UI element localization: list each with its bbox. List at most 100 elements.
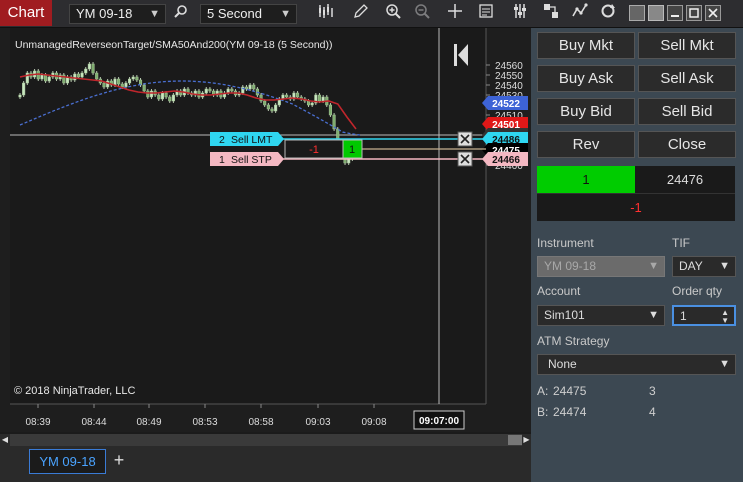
position-pnl: -1 <box>537 193 735 221</box>
time-tick-label: 09:03 <box>305 417 330 428</box>
crosshair-icon[interactable] <box>444 3 466 25</box>
chevron-down-icon: ▼ <box>280 8 291 20</box>
atm-strategy-value: None <box>548 357 577 371</box>
minimize-icon[interactable] <box>667 5 683 21</box>
chevron-down-icon: ▼ <box>149 8 160 20</box>
bid-size: 4 <box>649 405 656 419</box>
buy-mkt-button[interactable]: Buy Mkt <box>537 32 635 59</box>
tif-label: TIF <box>672 236 690 250</box>
sell-bid-button[interactable]: Sell Bid <box>638 98 736 125</box>
bar-type-icon[interactable] <box>314 3 336 25</box>
candle-body <box>91 63 95 74</box>
candle-body <box>263 100 267 106</box>
time-tick-label: 08:39 <box>25 417 50 428</box>
zoom-in-icon[interactable] <box>382 3 404 25</box>
reverse-button[interactable]: Rev <box>537 131 635 158</box>
candle-body <box>124 82 128 88</box>
order-qty-label: Order qty <box>672 284 723 298</box>
jump-to-end-bar-icon <box>454 44 457 66</box>
instrument-field[interactable]: YM 09-18 ▼ <box>537 256 665 277</box>
chart-window: Chart YM 09-18 ▼ 5 Second ▼ 24560 24550 … <box>0 0 743 482</box>
interval-selector[interactable]: 5 Second ▼ <box>200 4 297 24</box>
candle-body <box>270 108 274 112</box>
candle-body <box>146 90 150 98</box>
candle-body <box>113 78 117 86</box>
limit-order-qty: 2 <box>219 134 225 146</box>
chevron-down-icon: ▼ <box>719 260 730 272</box>
scrollbar-thumb[interactable] <box>508 435 522 445</box>
instrument-selector[interactable]: YM 09-18 ▼ <box>69 4 166 24</box>
candle-body <box>168 96 172 102</box>
chart-tab-bar: YM 09-18 + <box>0 446 531 482</box>
buy-bid-button[interactable]: Buy Bid <box>537 98 635 125</box>
candle-body <box>47 76 51 82</box>
instrument-selector-value: YM 09-18 <box>76 6 133 21</box>
bid-price: 24474 <box>553 405 587 419</box>
candle-body <box>120 83 124 88</box>
price-chart[interactable]: 2456024550245402453024520245102450024490… <box>0 28 531 432</box>
candle-body <box>164 92 168 98</box>
pin-icon[interactable] <box>648 5 664 21</box>
copyright-text: © 2018 NinjaTrader, LLC <box>14 385 136 397</box>
scroll-right-icon[interactable]: ▶ <box>522 434 531 446</box>
crosshair-time-label: 09:07:00 <box>419 416 459 427</box>
chart-title: UnmanagedReverseonTarget/SMA50And200(YM … <box>15 39 333 51</box>
tif-select-value: DAY <box>679 259 703 273</box>
maximize-icon[interactable] <box>686 5 702 21</box>
candle-body <box>296 92 300 98</box>
data-box-icon[interactable] <box>475 3 497 25</box>
buy-ask-button[interactable]: Buy Ask <box>537 65 635 92</box>
chart-toolbar: Chart YM 09-18 ▼ 5 Second ▼ <box>0 0 743 28</box>
sma-blue-price-label: 24522 <box>492 99 520 110</box>
order-qty-value: 1 <box>680 309 687 323</box>
tab-ym-09-18[interactable]: YM 09-18 <box>29 449 106 474</box>
candle-body <box>44 74 48 82</box>
close-position-button[interactable]: Close <box>638 131 736 158</box>
order-qty-input[interactable]: 1 ▲ ▼ <box>672 305 736 326</box>
account-select[interactable]: Sim101 ▼ <box>537 305 665 326</box>
instrument-label: Instrument <box>537 236 594 250</box>
tile-icon[interactable] <box>629 5 645 21</box>
candle-body <box>310 102 314 106</box>
position-pnl-label: -1 <box>309 144 319 156</box>
candle-body <box>306 100 311 106</box>
tif-select[interactable]: DAY ▼ <box>672 256 736 277</box>
candle-body <box>95 72 99 80</box>
sell-mkt-button[interactable]: Sell Mkt <box>638 32 736 59</box>
add-tab-button[interactable]: + <box>109 449 129 474</box>
candle-body <box>80 72 84 78</box>
close-icon[interactable] <box>705 5 721 21</box>
atm-strategy-select[interactable]: None ▼ <box>537 354 736 375</box>
scroll-left-icon[interactable]: ◀ <box>0 434 10 446</box>
time-tick-label: 08:44 <box>81 417 106 428</box>
candle-body <box>230 88 234 92</box>
indicators-icon[interactable] <box>569 3 591 25</box>
time-tick-label: 08:49 <box>136 417 161 428</box>
chart-title-tab[interactable]: Chart <box>0 0 52 26</box>
candle-body <box>40 74 44 80</box>
refresh-icon[interactable] <box>597 3 619 25</box>
candle-body <box>87 63 91 70</box>
properties-icon[interactable] <box>509 3 531 25</box>
chart-trader-panel: Buy Mkt Sell Mkt Buy Ask Sell Ask Buy Bi… <box>531 28 743 482</box>
candle-body <box>36 70 40 80</box>
strategies-icon[interactable] <box>540 3 562 25</box>
candle-body <box>73 73 77 81</box>
time-tick-label: 08:53 <box>192 417 217 428</box>
candle-body <box>131 76 135 80</box>
account-label: Account <box>537 284 581 298</box>
ask-price: 24475 <box>553 384 587 398</box>
qty-stepper-icon[interactable]: ▲ ▼ <box>721 309 729 325</box>
sell-ask-button[interactable]: Sell Ask <box>638 65 736 92</box>
search-icon[interactable] <box>170 3 192 25</box>
chart-panel[interactable]: 2456024550245402453024520245102450024490… <box>0 28 531 432</box>
pencil-icon[interactable] <box>350 3 372 25</box>
time-tick-label: 08:58 <box>248 417 273 428</box>
chevron-down-icon: ▼ <box>719 358 730 370</box>
ask-label: A: <box>537 384 549 398</box>
candle-body <box>135 76 139 81</box>
chart-horizontal-scrollbar[interactable] <box>10 434 522 446</box>
account-select-value: Sim101 <box>544 308 585 322</box>
zoom-out-icon[interactable] <box>411 3 433 25</box>
chevron-down-icon: ▼ <box>648 260 659 272</box>
